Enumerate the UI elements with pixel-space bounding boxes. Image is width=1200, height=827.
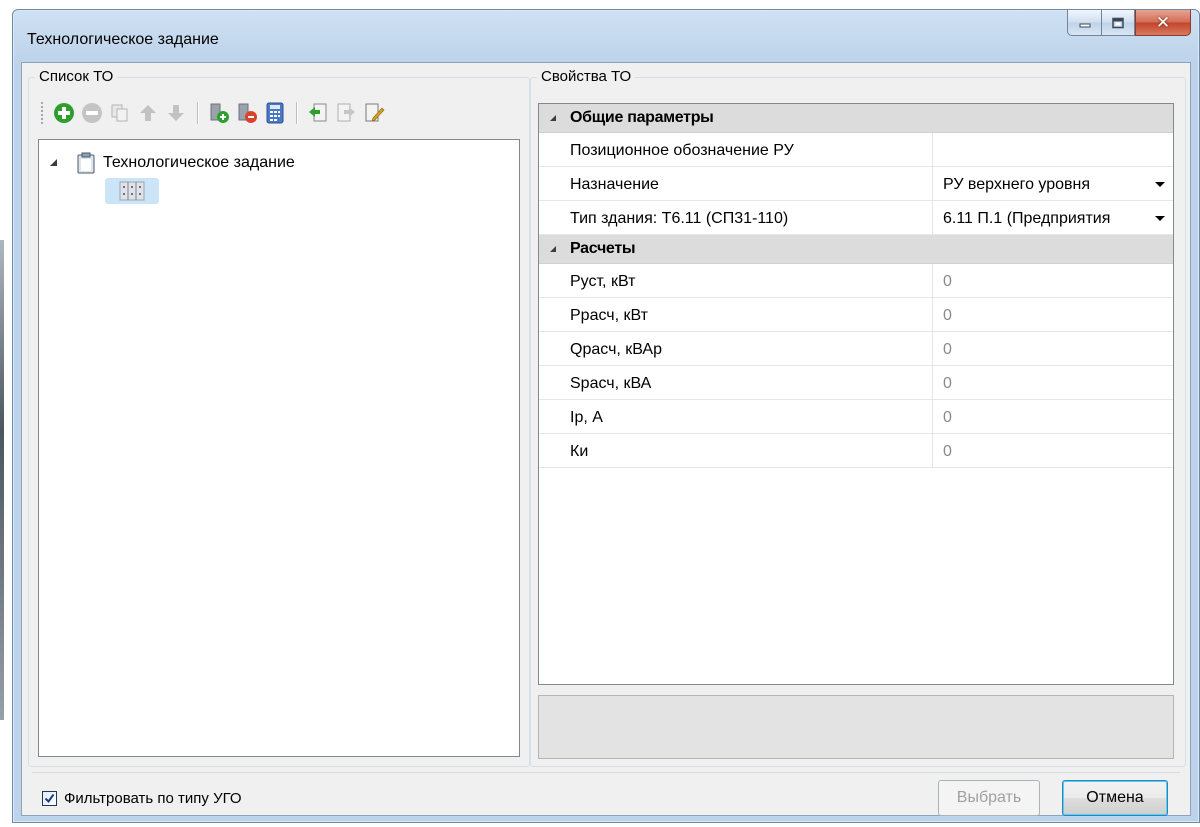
property-grid: Общие параметры Позиционное обозначение … [538, 103, 1174, 685]
import-button[interactable] [306, 101, 330, 125]
property-row[interactable]: Ррасч, кВт 0 [539, 298, 1173, 332]
to-tree[interactable]: Технологическое задание [38, 139, 520, 757]
edit-button[interactable] [362, 101, 386, 125]
move-up-icon [140, 105, 156, 121]
to-properties-title: Свойства ТО [537, 68, 636, 85]
export-button[interactable] [334, 101, 358, 125]
tree-root-item[interactable]: Технологическое задание [39, 152, 295, 174]
collapse-icon[interactable] [549, 245, 558, 254]
property-row[interactable]: Тип здания: Т6.11 (СП31-110) 6.11 П.1 (П… [539, 201, 1173, 235]
filter-checkbox[interactable]: Фильтровать по типу УГО [42, 790, 242, 807]
category-calculations[interactable]: Расчеты [539, 235, 1173, 264]
property-name: Назначение [570, 176, 659, 193]
property-value[interactable]: 0 [932, 298, 1173, 331]
to-list-title: Список ТО [35, 68, 118, 85]
category-general[interactable]: Общие параметры [539, 104, 1173, 133]
caption-buttons: ✕ [1067, 10, 1191, 36]
remove-item-icon [238, 103, 257, 123]
collapse-icon[interactable] [49, 158, 59, 168]
property-row[interactable]: Iр, А 0 [539, 400, 1173, 434]
collapse-icon[interactable] [549, 114, 558, 123]
property-name: Тип здания: Т6.11 (СП31-110) [570, 210, 789, 227]
category-label: Расчеты [570, 240, 636, 257]
cancel-button[interactable]: Отмена [1062, 780, 1168, 816]
toolbar-separator [197, 102, 198, 124]
dropdown-arrow-icon[interactable] [1155, 182, 1165, 187]
edit-icon [365, 103, 385, 122]
filter-checkbox-label: Фильтровать по типу УГО [64, 790, 242, 807]
property-value[interactable]: 0 [932, 366, 1173, 399]
property-name: Ррасч, кВт [570, 307, 648, 324]
move-down-button[interactable] [164, 101, 188, 125]
checkmark-icon [44, 793, 55, 804]
property-value[interactable]: 0 [932, 332, 1173, 365]
tree-root-label: Технологическое задание [103, 154, 295, 171]
property-value-text: 0 [943, 375, 952, 392]
property-value[interactable]: 0 [932, 264, 1173, 297]
move-up-button[interactable] [136, 101, 160, 125]
add-item-button[interactable] [207, 101, 231, 125]
category-label: Общие параметры [570, 109, 714, 126]
export-icon [337, 103, 355, 122]
property-name: Sрасч, кВА [570, 375, 652, 392]
property-value-text: 0 [943, 409, 952, 426]
footer-divider [32, 772, 1180, 773]
building-type-dropdown[interactable]: 6.11 П.1 (Предприятия [932, 201, 1173, 234]
property-name: Позиционное обозначение РУ [570, 142, 794, 159]
remove-item-button[interactable] [235, 101, 259, 125]
property-value-text: 0 [943, 443, 952, 460]
close-icon: ✕ [1155, 12, 1171, 32]
property-value[interactable]: 0 [932, 434, 1173, 467]
move-down-icon [168, 105, 184, 121]
toolbar-separator [296, 102, 297, 124]
copy-icon [111, 104, 128, 122]
clipboard-icon [77, 152, 95, 174]
remove-button[interactable] [80, 101, 104, 125]
property-description-panel [538, 695, 1174, 759]
property-name: Руст, кВт [570, 273, 636, 290]
property-value-text: 6.11 П.1 (Предприятия [943, 210, 1111, 227]
desktop-edge [0, 240, 4, 720]
title-bar[interactable]: Технологическое задание ✕ [13, 10, 1199, 62]
property-value-text: 0 [943, 341, 952, 358]
property-value[interactable]: 0 [932, 400, 1173, 433]
property-row[interactable]: Позиционное обозначение РУ [539, 133, 1173, 167]
property-value-text: 0 [943, 273, 952, 290]
window-title: Технологическое задание [27, 31, 219, 48]
tree-child-item[interactable] [105, 178, 159, 204]
add-icon [54, 103, 74, 123]
property-name: Iр, А [570, 409, 603, 426]
dropdown-arrow-icon[interactable] [1155, 216, 1165, 221]
dialog-body: Список ТО Технологическое задание Свойст… [21, 62, 1191, 816]
maximize-icon [1112, 17, 1124, 28]
cabinet-icon [119, 181, 145, 201]
property-row[interactable]: Sрасч, кВА 0 [539, 366, 1173, 400]
remove-icon [82, 103, 102, 123]
import-icon [309, 103, 327, 122]
toolbar-grip[interactable] [40, 101, 44, 125]
calculate-button[interactable] [263, 101, 287, 125]
property-value[interactable] [932, 133, 1173, 166]
minimize-icon [1079, 23, 1090, 27]
property-name: Qрасч, кВАр [570, 341, 662, 358]
property-row[interactable]: Руст, кВт 0 [539, 264, 1173, 298]
property-value-text: РУ верхнего уровня [943, 176, 1091, 193]
copy-button[interactable] [108, 101, 132, 125]
property-value-text: 0 [943, 307, 952, 324]
calculator-icon [266, 102, 284, 124]
property-name: Ки [570, 443, 589, 460]
to-list-toolbar [40, 101, 388, 125]
property-row[interactable]: Ки 0 [539, 434, 1173, 468]
purpose-dropdown[interactable]: РУ верхнего уровня [932, 167, 1173, 200]
minimize-button[interactable] [1067, 10, 1101, 36]
dialog-window: Технологическое задание ✕ Список ТО Техн… [12, 9, 1200, 823]
maximize-button[interactable] [1101, 10, 1135, 36]
select-button[interactable]: Выбрать [938, 780, 1040, 816]
close-button[interactable]: ✕ [1135, 10, 1191, 36]
add-button[interactable] [52, 101, 76, 125]
property-row[interactable]: Qрасч, кВАр 0 [539, 332, 1173, 366]
add-item-icon [210, 103, 229, 123]
checkbox-box[interactable] [42, 791, 57, 806]
property-row[interactable]: Назначение РУ верхнего уровня [539, 167, 1173, 201]
